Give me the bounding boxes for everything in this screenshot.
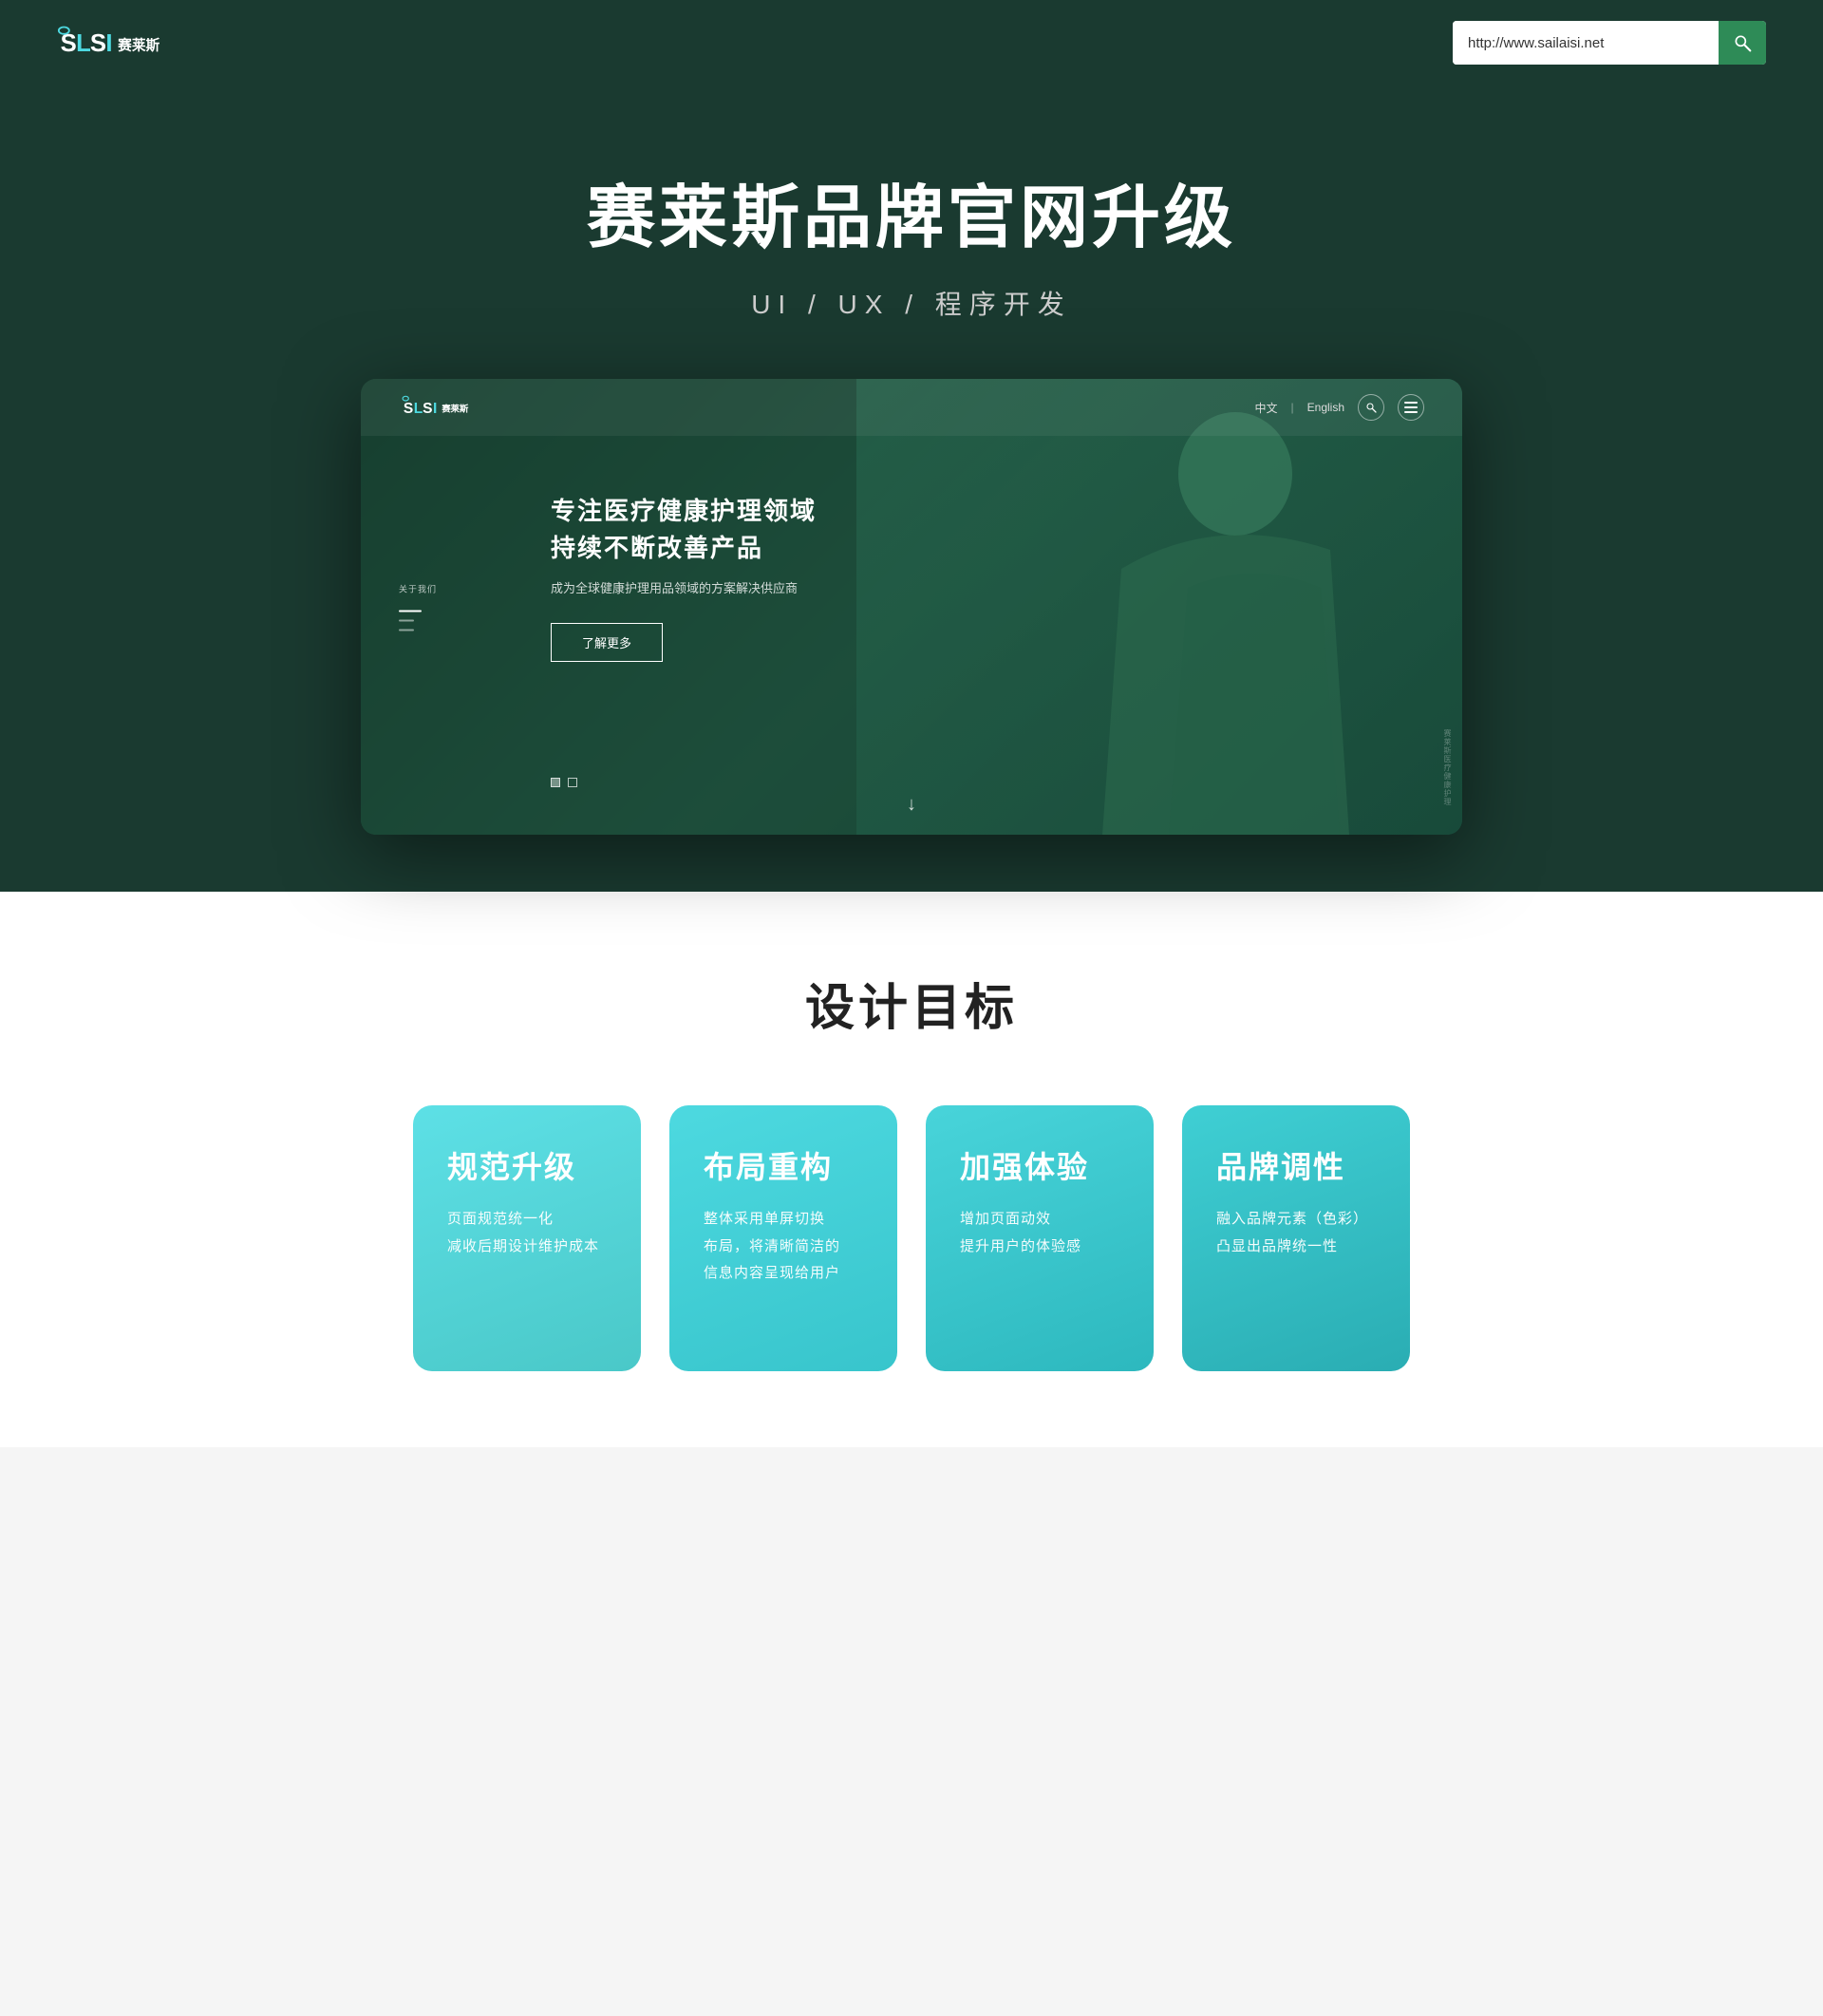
mockup-menu-button[interactable] xyxy=(1398,394,1424,421)
lang-en[interactable]: English xyxy=(1307,401,1344,414)
design-cards-container: 规范升级 页面规范统一化 减收后期设计维护成本 布局重构 整体采用单屏切换 布局… xyxy=(95,1105,1728,1371)
design-card-experience: 加强体验 增加页面动效 提升用户的体验感 xyxy=(926,1105,1154,1371)
logo-area: S L S I 赛莱斯 xyxy=(57,22,161,64)
lang-zh[interactable]: 中文 xyxy=(1255,400,1278,416)
svg-text:赛莱斯: 赛莱斯 xyxy=(117,36,160,53)
slide-indicators xyxy=(551,778,577,787)
mockup-cta-button[interactable]: 了解更多 xyxy=(551,623,663,662)
menu-line-3 xyxy=(1404,411,1418,413)
mockup-nav-right: 中文 | English xyxy=(1255,394,1425,421)
svg-text:赛莱斯: 赛莱斯 xyxy=(441,404,469,414)
hero-section: 赛莱斯品牌官网升级 UI / UX / 程序开发 xyxy=(0,85,1823,892)
svg-text:S: S xyxy=(423,401,432,417)
card-2-title: 布局重构 xyxy=(704,1143,863,1187)
card-4-desc: 融入品牌元素（色彩） 凸显出品牌统一性 xyxy=(1216,1206,1376,1260)
card-2-desc: 整体采用单屏切换 布局，将清晰简洁的 信息内容呈现给用户 xyxy=(704,1206,863,1288)
search-icon xyxy=(1733,33,1752,52)
url-bar xyxy=(1453,21,1766,65)
url-input[interactable] xyxy=(1453,21,1719,65)
svg-text:I: I xyxy=(433,401,437,417)
mockup-search-icon xyxy=(1365,402,1377,413)
menu-line-2 xyxy=(1404,406,1418,408)
svg-text:S: S xyxy=(90,30,106,57)
mockup-hero-desc: 成为全球健康护理用品领域的方案解决供应商 xyxy=(551,578,1424,596)
slide-indicator-2[interactable] xyxy=(568,778,577,787)
card-3-desc: 增加页面动效 提升用户的体验感 xyxy=(960,1206,1119,1260)
design-card-normalization: 规范升级 页面规范统一化 减收后期设计维护成本 xyxy=(413,1105,641,1371)
svg-text:L: L xyxy=(76,30,91,57)
card-3-title: 加强体验 xyxy=(960,1143,1119,1187)
design-card-layout: 布局重构 整体采用单屏切换 布局，将清晰简洁的 信息内容呈现给用户 xyxy=(669,1105,897,1371)
slsi-logo: S L S I 赛莱斯 xyxy=(57,22,161,64)
mockup-search-button[interactable] xyxy=(1358,394,1384,421)
menu-line-1 xyxy=(1404,402,1418,404)
card-4-title: 品牌调性 xyxy=(1216,1143,1376,1187)
top-navigation: S L S I 赛莱斯 xyxy=(0,0,1823,85)
card-1-desc: 页面规范统一化 减收后期设计维护成本 xyxy=(447,1206,607,1260)
svg-text:I: I xyxy=(105,30,112,57)
design-card-branding: 品牌调性 融入品牌元素（色彩） 凸显出品牌统一性 xyxy=(1182,1105,1410,1371)
design-goals-section: 设计目标 规范升级 页面规范统一化 减收后期设计维护成本 布局重构 整体采用单屏… xyxy=(0,892,1823,1447)
mockup-corner-text: 赛莱斯医疗健康护理 xyxy=(1442,729,1453,806)
hero-subtitle: UI / UX / 程序开发 xyxy=(751,284,1072,322)
card-1-title: 规范升级 xyxy=(447,1143,607,1187)
svg-text:L: L xyxy=(414,401,423,417)
hero-title: 赛莱斯品牌官网升级 xyxy=(587,161,1236,261)
scroll-down-arrow[interactable]: ↓ xyxy=(907,794,916,816)
mockup-logo: S L S I 赛莱斯 xyxy=(399,394,494,421)
slide-indicator-1[interactable] xyxy=(551,778,560,787)
design-goals-title: 设计目标 xyxy=(95,968,1728,1039)
lang-separator: | xyxy=(1291,401,1294,414)
url-search-button[interactable] xyxy=(1719,21,1766,65)
svg-text:S: S xyxy=(404,401,413,417)
mockup-content: S L S I 赛莱斯 中文 | English xyxy=(361,379,1462,835)
website-mockup: S L S I 赛莱斯 中文 | English xyxy=(361,379,1462,835)
mockup-hero-line1: 专注医疗健康护理领域 xyxy=(551,493,1424,530)
mockup-hero-content: 专注医疗健康护理领域 持续不断改善产品 成为全球健康护理用品领域的方案解决供应商… xyxy=(361,436,1462,690)
mockup-logo-svg: S L S I 赛莱斯 xyxy=(399,394,494,421)
mockup-nav-bar: S L S I 赛莱斯 中文 | English xyxy=(361,379,1462,436)
mockup-hero-line2: 持续不断改善产品 xyxy=(551,530,1424,567)
